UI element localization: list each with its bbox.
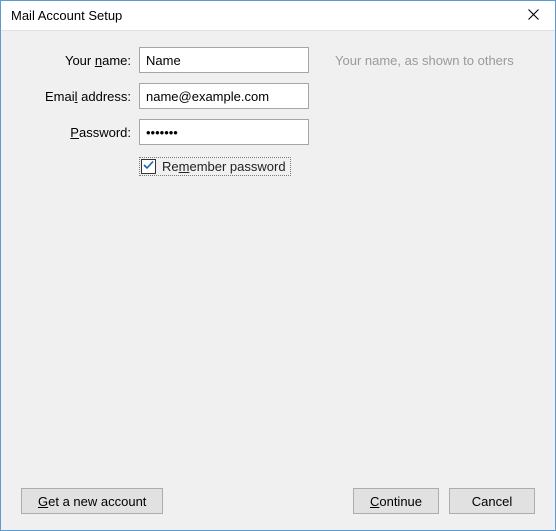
check-icon (143, 159, 154, 174)
password-label: Password: (21, 125, 131, 140)
password-input[interactable] (139, 119, 309, 145)
account-form: Your name: Your name, as shown to others… (21, 47, 535, 176)
email-input[interactable] (139, 83, 309, 109)
dialog-footer: Get a new account Continue Cancel (21, 476, 535, 530)
name-label: Your name: (21, 53, 131, 68)
remember-password-label[interactable]: Remember password (162, 159, 286, 174)
continue-button[interactable]: Continue (353, 488, 439, 514)
dialog-content: Your name: Your name, as shown to others… (1, 31, 555, 530)
titlebar: Mail Account Setup (1, 1, 555, 31)
get-new-account-button[interactable]: Get a new account (21, 488, 163, 514)
name-hint: Your name, as shown to others (317, 53, 535, 68)
window-title: Mail Account Setup (11, 8, 122, 23)
remember-password-checkbox[interactable] (141, 159, 156, 174)
close-button[interactable] (511, 1, 555, 31)
email-label: Email address: (21, 89, 131, 104)
close-icon (528, 8, 539, 23)
cancel-button[interactable]: Cancel (449, 488, 535, 514)
mail-account-setup-window: Mail Account Setup Your name: Your name,… (0, 0, 556, 531)
name-input[interactable] (139, 47, 309, 73)
remember-password-row: Remember password (139, 157, 535, 176)
